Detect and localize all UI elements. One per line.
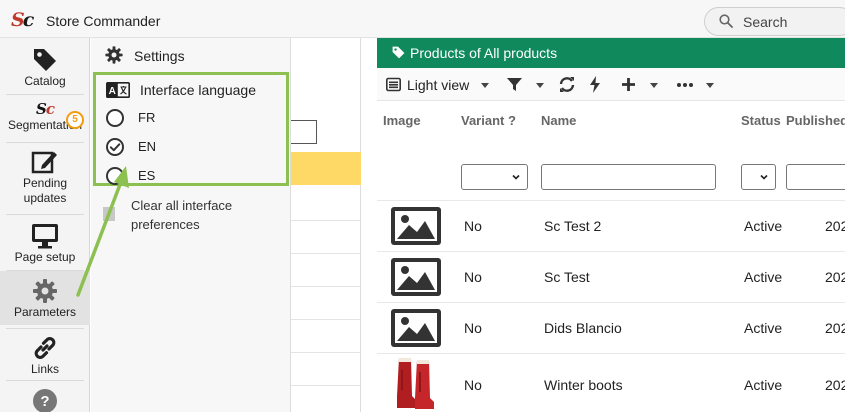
svg-text:A: A (109, 86, 116, 97)
tag-icon (34, 49, 56, 71)
view-dropdown-caret-icon[interactable] (481, 83, 489, 88)
radio-checked-icon[interactable] (106, 138, 124, 156)
status-cell: Active (744, 269, 783, 285)
more-options-icon[interactable] (676, 76, 694, 93)
column-header-image[interactable]: Image (383, 113, 421, 128)
add-dropdown-caret-icon[interactable] (650, 83, 658, 88)
pending-updates-badge: 5 (66, 111, 84, 129)
language-option-en[interactable]: EN (106, 136, 276, 158)
clear-preferences-line2: preferences (131, 217, 200, 232)
selected-category-row[interactable] (291, 152, 361, 185)
edit-icon (31, 151, 57, 174)
sidebar-item-links[interactable]: Links (0, 334, 90, 378)
link-icon (34, 337, 56, 359)
monitor-icon (32, 224, 58, 249)
translate-icon: A (106, 82, 130, 98)
placeholder-image-icon (391, 309, 441, 347)
variant-cell: No (464, 269, 482, 285)
chevron-down-icon (760, 174, 768, 180)
placeholder-image-icon (391, 258, 441, 296)
search-label: Search (743, 14, 788, 30)
gear-icon (33, 279, 57, 303)
variant-cell: No (464, 320, 482, 336)
lightning-icon[interactable] (589, 76, 601, 93)
settings-header: Settings (91, 38, 291, 73)
column-header-status[interactable]: Status (741, 113, 781, 128)
status-filter-select[interactable] (741, 164, 776, 190)
search-icon (719, 14, 733, 28)
interface-language-title: Interface language (140, 82, 256, 98)
refresh-icon[interactable] (558, 76, 576, 93)
winter-boots-photo (397, 358, 434, 409)
radio-unchecked-icon[interactable] (106, 109, 124, 127)
column-header-published[interactable]: Published (786, 113, 845, 128)
more-dropdown-caret-icon[interactable] (706, 83, 714, 88)
published-cell: 202 (825, 218, 845, 234)
published-cell: 202 (825, 320, 845, 336)
sidebar-label-catalog: Catalog (24, 74, 66, 88)
published-cell: 202 (825, 269, 845, 285)
app-logo[interactable]: Sc (11, 9, 39, 31)
language-option-label: EN (138, 139, 157, 154)
app-title: Store Commander (46, 13, 161, 29)
search-box[interactable]: Search (704, 7, 845, 36)
settings-title: Settings (134, 48, 185, 64)
category-filter-input[interactable] (291, 120, 317, 144)
top-bar: Sc Store Commander Search (0, 0, 845, 38)
category-tree-column (291, 38, 361, 412)
language-option-label: ES (138, 168, 156, 183)
status-cell: Active (744, 320, 783, 336)
language-option-fr[interactable]: FR (106, 107, 276, 129)
gear-icon (105, 46, 123, 64)
published-cell: 202 (825, 377, 845, 393)
products-panel-header: Products of All products (377, 38, 845, 68)
table-row[interactable]: No Dids Blancio Active 202 (377, 302, 845, 353)
products-panel-title: Products of All products (410, 45, 558, 61)
add-icon[interactable] (621, 76, 636, 93)
svg-text:?: ? (40, 393, 49, 410)
name-cell: Sc Test 2 (544, 218, 602, 234)
column-header-name[interactable]: Name (541, 113, 576, 128)
table-row[interactable]: No Sc Test Active 202 (377, 251, 845, 302)
variant-filter-select[interactable] (461, 164, 528, 190)
placeholder-image-icon (391, 207, 441, 245)
variant-cell: No (464, 218, 482, 234)
column-header-variant[interactable]: Variant ? (461, 113, 516, 128)
table-row[interactable]: No Sc Test 2 Active 202 (377, 200, 845, 251)
name-cell: Sc Test (544, 269, 590, 285)
sidebar-item-help[interactable]: ? (0, 388, 90, 412)
chevron-down-icon (512, 174, 520, 180)
filter-dropdown-caret-icon[interactable] (536, 83, 544, 88)
status-cell: Active (744, 218, 783, 234)
sidebar-label-parameters: Parameters (13, 305, 77, 319)
clear-preferences-line1: Clear all interface (131, 198, 233, 213)
table-row[interactable]: No Winter boots Active 202 (377, 353, 845, 412)
filter-icon[interactable] (506, 76, 523, 93)
sidebar-item-catalog[interactable]: Catalog (0, 44, 90, 92)
status-cell: Active (744, 377, 783, 393)
name-cell: Dids Blancio (544, 320, 622, 336)
published-filter-input[interactable] (786, 164, 845, 190)
annotation-arrow (76, 166, 129, 297)
sidebar-label-links: Links (30, 362, 59, 376)
variant-cell: No (464, 377, 482, 393)
list-view-icon (386, 77, 401, 92)
name-filter-input[interactable] (541, 164, 716, 190)
tag-icon (392, 46, 405, 59)
name-cell: Winter boots (544, 377, 623, 393)
view-selector[interactable]: Light view (407, 77, 469, 93)
help-icon: ? (33, 389, 57, 412)
products-toolbar: Light view (377, 68, 845, 101)
products-grid: Image Variant ? Name Status Published No… (377, 101, 845, 412)
language-option-label: FR (138, 110, 156, 125)
